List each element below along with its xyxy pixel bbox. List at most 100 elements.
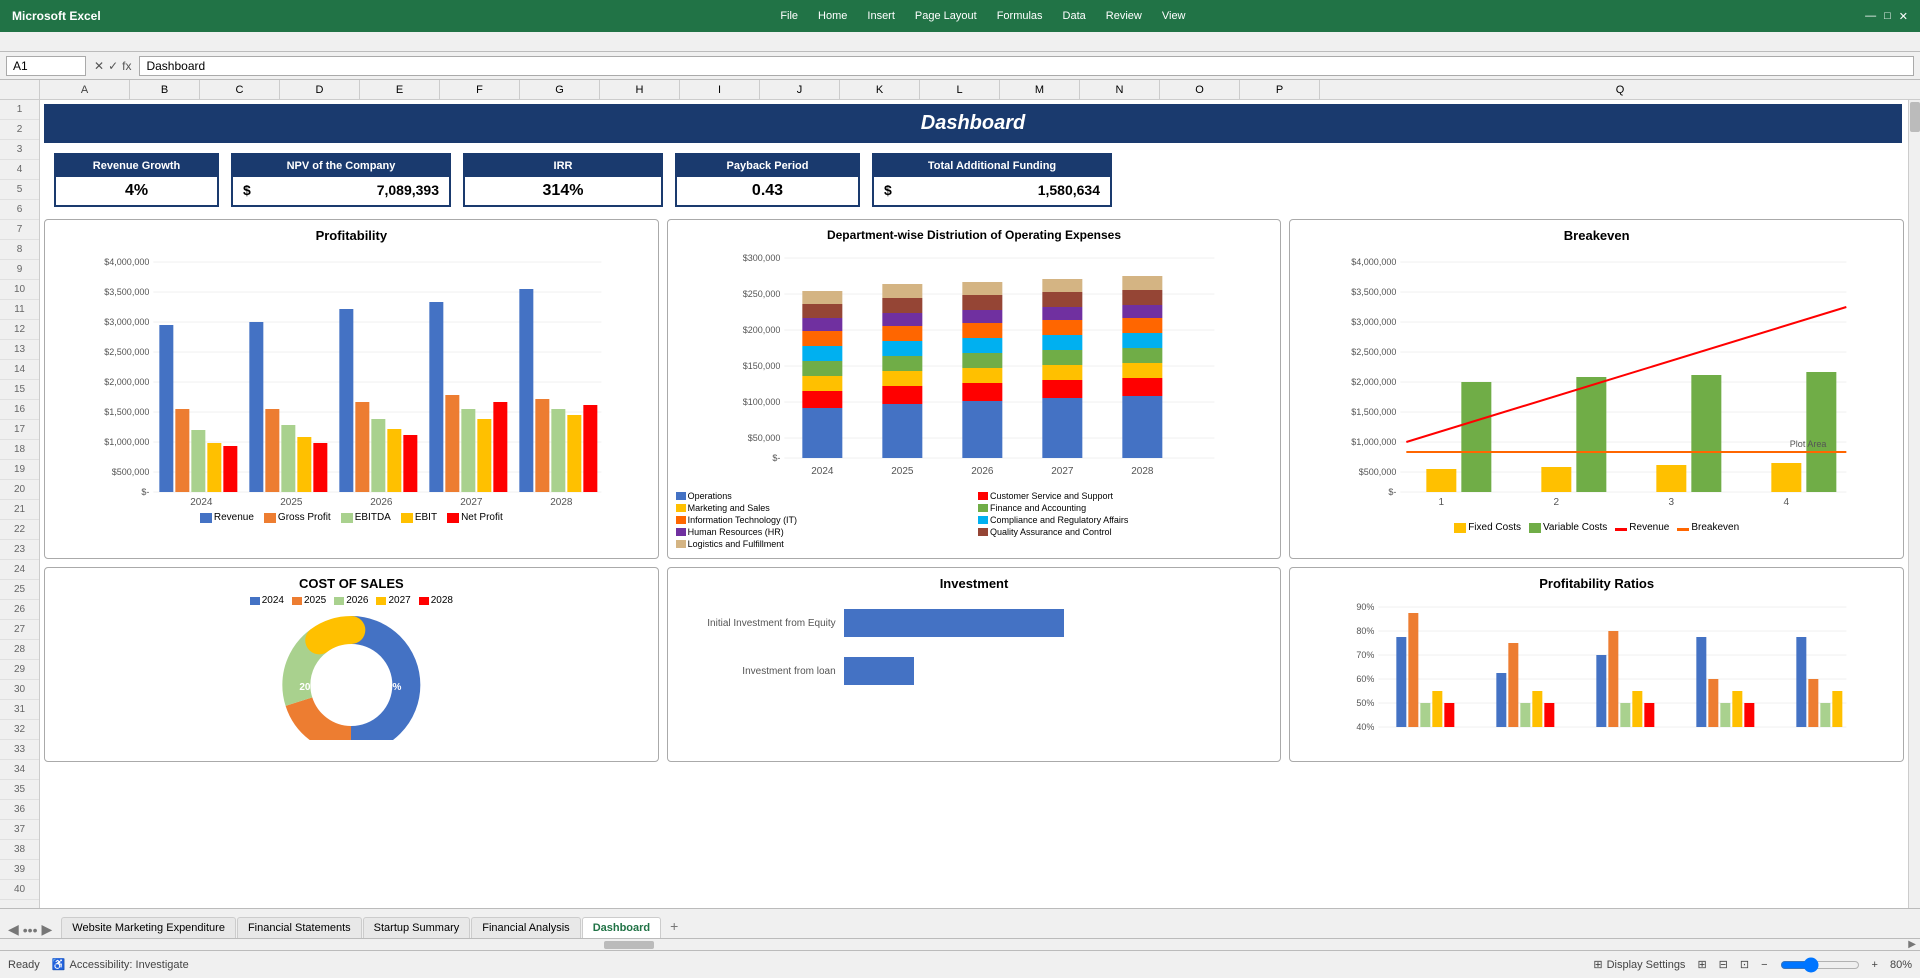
svg-text:20%: 20% [381, 682, 401, 693]
svg-text:2024: 2024 [190, 497, 213, 507]
scroll-right-arrow[interactable]: ▶ [1908, 939, 1916, 950]
col-header-h[interactable]: H [600, 80, 680, 99]
col-header-k[interactable]: K [840, 80, 920, 99]
svg-text:$250,000: $250,000 [742, 289, 780, 299]
svg-text:2: 2 [1554, 497, 1560, 508]
svg-text:$3,500,000: $3,500,000 [1352, 287, 1397, 297]
sheet-content[interactable]: Dashboard Revenue Growth 4% NPV of the C… [40, 100, 1908, 908]
menu-page-layout[interactable]: Page Layout [915, 10, 977, 22]
dashboard-title: Dashboard [44, 104, 1902, 143]
svg-text:$150,000: $150,000 [742, 361, 780, 371]
menu-view[interactable]: View [1162, 10, 1186, 22]
view-normal[interactable]: ⊞ [1697, 958, 1706, 971]
col-header-b[interactable]: B [130, 80, 200, 99]
invest-bar-1 [844, 609, 1064, 637]
name-box[interactable] [6, 56, 86, 76]
confirm-icon[interactable]: ✓ [108, 59, 118, 73]
svg-text:2028: 2028 [550, 497, 573, 507]
view-page[interactable]: ⊟ [1719, 958, 1728, 971]
svg-text:2024: 2024 [811, 466, 834, 477]
formula-input[interactable]: Dashboard [139, 56, 1914, 76]
status-bar: Ready ♿ Accessibility: Investigate ⊞ Dis… [0, 950, 1920, 978]
menu-insert[interactable]: Insert [867, 10, 895, 22]
svg-text:40%: 40% [1357, 722, 1375, 732]
svg-text:2025: 2025 [891, 466, 914, 477]
zoom-in[interactable]: + [1872, 959, 1878, 971]
menu-formulas[interactable]: Formulas [997, 10, 1043, 22]
col-header-c[interactable]: C [200, 80, 280, 99]
col-header-p[interactable]: P [1240, 80, 1320, 99]
menu-data[interactable]: Data [1063, 10, 1086, 22]
svg-text:$-: $- [1389, 487, 1397, 497]
profitability-legend: Revenue Gross Profit EBITDA EBIT Net Pro… [53, 512, 650, 523]
investment-title: Investment [676, 576, 1273, 591]
menu-review[interactable]: Review [1106, 10, 1142, 22]
kpi-npv-value: $ 7,089,393 [233, 177, 449, 203]
kpi-funding: Total Additional Funding $ 1,580,634 [872, 153, 1112, 207]
cost-of-sales-legend: 2024 2025 2026 2027 2028 [53, 595, 650, 606]
tab-financial-statements[interactable]: Financial Statements [237, 917, 362, 938]
view-pagebreak[interactable]: ⊡ [1740, 958, 1749, 971]
row-1[interactable]: 1 [0, 100, 39, 120]
status-accessibility[interactable]: ♿ Accessibility: Investigate [52, 958, 189, 971]
col-header-f[interactable]: F [440, 80, 520, 99]
display-settings[interactable]: ⊞ Display Settings [1593, 958, 1685, 971]
col-header-o[interactable]: O [1160, 80, 1240, 99]
tab-dashboard[interactable]: Dashboard [582, 917, 661, 938]
invest-label-2: Investment from loan [696, 666, 836, 677]
tab-startup-summary[interactable]: Startup Summary [363, 917, 471, 938]
tab-more[interactable]: ••• [23, 922, 38, 938]
tab-website-marketing[interactable]: Website Marketing Expenditure [61, 917, 236, 938]
tab-scroll-right[interactable]: ▶ [42, 921, 53, 938]
kpi-revenue-growth-label: Revenue Growth [56, 155, 217, 177]
scrollbar-thumb-v[interactable] [1910, 102, 1920, 132]
svg-text:4: 4 [1784, 497, 1790, 508]
tab-add[interactable]: + [662, 914, 686, 938]
menu-file[interactable]: File [780, 10, 798, 22]
tab-scroll-left[interactable]: ◀ [8, 921, 19, 938]
profitability-chart: Profitability $4,000,000 $3,500,000 $3,0… [44, 219, 659, 559]
svg-text:20%: 20% [299, 682, 319, 693]
svg-text:$500,000: $500,000 [1359, 467, 1397, 477]
invest-label-1: Initial Investment from Equity [696, 618, 836, 629]
col-header-q[interactable]: Q [1320, 80, 1920, 99]
col-header-l[interactable]: L [920, 80, 1000, 99]
breakeven-svg: $4,000,000 $3,500,000 $3,000,000 $2,500,… [1298, 247, 1895, 517]
horizontal-scrollbar[interactable]: ▶ [0, 938, 1920, 950]
col-header-n[interactable]: N [1080, 80, 1160, 99]
tab-financial-analysis[interactable]: Financial Analysis [471, 917, 580, 938]
col-header-e[interactable]: E [360, 80, 440, 99]
dept-expenses-chart: Department-wise Distriution of Operating… [667, 219, 1282, 559]
svg-text:$2,500,000: $2,500,000 [104, 347, 149, 357]
scrollbar-thumb-h[interactable] [604, 941, 654, 949]
breakeven-chart: Breakeven $4,000,000 $3,500,000 $3,000,0… [1289, 219, 1904, 559]
svg-text:80%: 80% [1357, 626, 1375, 636]
kpi-funding-label: Total Additional Funding [874, 155, 1110, 177]
zoom-out[interactable]: − [1761, 959, 1767, 971]
vertical-scrollbar[interactable] [1908, 100, 1920, 908]
svg-text:$-: $- [141, 487, 149, 497]
svg-text:2026: 2026 [370, 497, 393, 507]
svg-text:$4,000,000: $4,000,000 [1352, 257, 1397, 267]
svg-text:$200,000: $200,000 [742, 325, 780, 335]
col-header-g[interactable]: G [520, 80, 600, 99]
zoom-slider[interactable] [1780, 957, 1860, 973]
svg-text:90%: 90% [1357, 602, 1375, 612]
col-header-m[interactable]: M [1000, 80, 1080, 99]
svg-text:$50,000: $50,000 [747, 433, 780, 443]
cancel-icon[interactable]: ✕ [94, 59, 104, 73]
kpi-irr-value: 314% [465, 177, 661, 205]
row-2[interactable]: 2 [0, 120, 39, 140]
status-ready: Ready [8, 959, 40, 971]
col-header-a[interactable]: A [40, 80, 130, 99]
svg-text:$100,000: $100,000 [742, 397, 780, 407]
col-header-d[interactable]: D [280, 80, 360, 99]
menu-home[interactable]: Home [818, 10, 847, 22]
col-header-i[interactable]: I [680, 80, 760, 99]
svg-text:2027: 2027 [460, 497, 483, 507]
col-header-j[interactable]: J [760, 80, 840, 99]
profitability-ratios-chart: Profitability Ratios 90% 80% 70% 60% 50%… [1289, 567, 1904, 762]
kpi-npv-prefix: $ [243, 182, 251, 198]
formula-bar: ✕ ✓ fx Dashboard [0, 52, 1920, 80]
fx-icon[interactable]: fx [122, 59, 131, 73]
